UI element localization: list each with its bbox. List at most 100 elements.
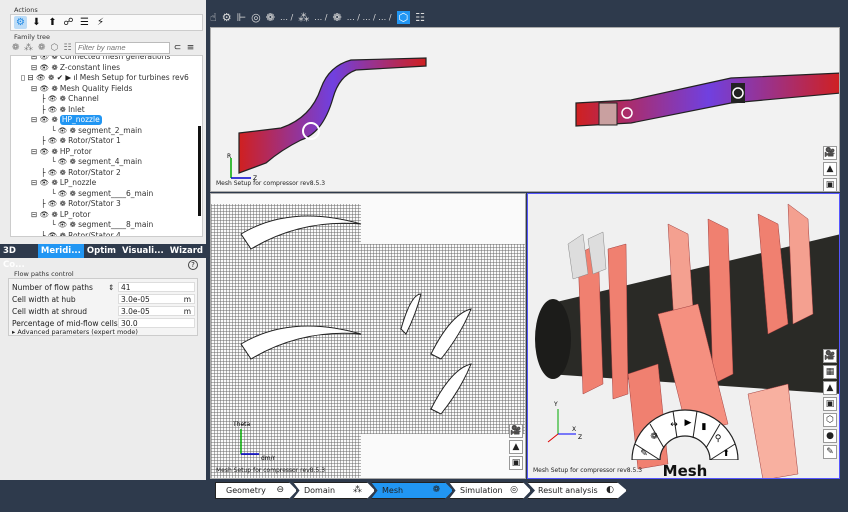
axis-theta-label: Theta	[232, 421, 251, 428]
export-icon[interactable]: ⬆	[46, 16, 59, 29]
tree-item[interactable]: └ 👁 ❁ segment_4_main	[51, 157, 142, 167]
filter-icon[interactable]: ≡	[185, 43, 196, 53]
tree-item[interactable]: ⊟ 👁 ❁ Z-constant lines	[31, 63, 120, 73]
tree-item[interactable]: ├ 👁 ❁ Channel	[41, 94, 99, 104]
tree-scrollbar[interactable]	[198, 126, 201, 216]
flow-field-row: Number of flow paths ⇕ 41	[12, 282, 197, 293]
camera-icon[interactable]: 🎥	[509, 424, 523, 438]
spinner-icon[interactable]: ⇕	[108, 282, 114, 293]
tree-item-label: segment____6_main	[78, 188, 154, 198]
gear-icon[interactable]: ⚙	[14, 16, 27, 29]
layers-icon[interactable]: ☷	[415, 11, 425, 24]
workflow-step[interactable]: Result analysis ◐	[527, 482, 627, 499]
tree-node-icons[interactable]: ├ 👁 ❁	[41, 199, 66, 209]
mesh-icon[interactable]: ❁	[10, 43, 21, 53]
workflow-steps: Geometry ⊖ Domain ⁂ Mesh ❁ Simulation ◎ Result a…	[215, 482, 627, 499]
tree-item[interactable]: ⊟ 👁 ❁ Connected mesh generations	[31, 56, 170, 62]
tree-node-icons[interactable]: ⊟ 👁 ❁	[31, 147, 58, 157]
tree-item[interactable]: ├ 👁 ❁ Rotor/Stator 2	[41, 168, 121, 178]
cube-view-icon[interactable]: ⬡	[396, 10, 411, 24]
tree-node-icons[interactable]: ⊟ 👁 ❁	[31, 84, 58, 94]
workflow-step[interactable]: Domain ⁂	[293, 482, 375, 499]
panel-tab[interactable]: Meridi...	[37, 244, 84, 258]
tree-item[interactable]: ⊟ 👁 ❁ HP_rotor	[31, 147, 92, 157]
panel-tab[interactable]: Visuali...	[119, 244, 167, 258]
image-icon[interactable]: ▲	[509, 440, 523, 454]
tree-item[interactable]: └ 👁 ❁ segment_2_main	[51, 126, 142, 136]
field-input[interactable]: 3.0e-05 m	[118, 294, 195, 304]
tree-node-icons[interactable]: ├ 👁 ❁	[41, 168, 66, 178]
tree-node-icons[interactable]: ⊟ 👁 ❁	[31, 210, 58, 220]
advanced-parameters-toggle[interactable]: ▸ Advanced parameters (expert mode)	[12, 327, 197, 338]
help-icon[interactable]: ?	[188, 260, 198, 270]
tree-item[interactable]: ▯ ⊟ 👁 ❁ ✔ ▶ ıl Mesh Setup for turbines r…	[21, 73, 189, 83]
tree-node-icons[interactable]: ├ 👁 ❁	[41, 136, 66, 146]
tree-node-icons[interactable]: ⊟ 👁 ❁	[31, 115, 58, 125]
image-icon[interactable]: ▲	[823, 381, 837, 395]
tree-node-icons[interactable]: └ 👁 ❁	[51, 220, 76, 230]
cube-icon[interactable]: ⬡	[49, 43, 60, 53]
picture-icon[interactable]: ▣	[823, 397, 837, 411]
workflow-step[interactable]: Mesh ❁	[371, 482, 453, 499]
hand-icon[interactable]: ☝	[210, 11, 217, 24]
tree-node-icons[interactable]: ├ 👁 ❁	[41, 231, 66, 237]
panel-tab[interactable]: 3D Co...	[0, 244, 38, 270]
tree-node-icons[interactable]: └ 👁 ❁	[51, 189, 76, 199]
tree-item[interactable]: ├ 👁 ❁ Rotor/Stator 3	[41, 199, 121, 209]
workflow-step[interactable]: Geometry ⊖	[215, 482, 297, 499]
tree-node-icons[interactable]: └ 👁 ❁	[51, 126, 76, 136]
image-icon[interactable]: ▲	[823, 162, 837, 176]
tree-node-icons[interactable]: ├ 👁 ❁	[41, 94, 66, 104]
stack-icon[interactable]: ☷	[62, 43, 73, 53]
panel-tab[interactable]: Wizard	[167, 244, 206, 258]
import-icon[interactable]: ⬇	[30, 16, 43, 29]
tree-node-icons[interactable]: ⊟ 👁 ❁	[31, 178, 58, 188]
field-input[interactable]: 41	[118, 282, 195, 292]
mesh-view-icon[interactable]: ⚙	[222, 11, 232, 24]
tree-node-icons[interactable]: ▯ ⊟ 👁 ❁ ✔ ▶ ıl	[21, 73, 78, 83]
block-icon[interactable]: ❁	[36, 43, 47, 53]
workflow-step[interactable]: Simulation ◎	[449, 482, 531, 499]
tree-item[interactable]: └ 👁 ❁ segment____6_main	[51, 189, 153, 199]
radial-mesh-menu: ✎ ❁ ↔ ▶ ▮ ⚲ ⬆ Mesh	[630, 408, 740, 480]
tree-node-icons[interactable]: └ 👁 ❁	[51, 157, 76, 167]
tree-item-label: Rotor/Stator 4	[68, 230, 121, 237]
sphere-icon[interactable]: ◎	[251, 11, 261, 24]
wand-icon[interactable]: ⚡	[94, 16, 107, 29]
field-input[interactable]: 3.0e-05 m	[118, 306, 195, 316]
radial-menu-ring: ✎❁ ↔ ▶ ▮ ⚲⬆	[631, 409, 739, 461]
meridional-viewport[interactable]: R Z Mesh Setup for compressor rev8.5.3 🎥…	[210, 27, 840, 192]
blade-to-blade-viewport[interactable]: Theta dm/r Mesh Setup for compressor rev…	[210, 193, 526, 479]
grid-icon[interactable]: ▦	[823, 365, 837, 379]
panel-tabs: 3D Co... Meridi... Optim Visuali... Wizard	[0, 244, 206, 270]
picture-icon[interactable]: ▣	[509, 456, 523, 470]
tree-item[interactable]: ├ 👁 ❁ Rotor/Stator 1	[41, 136, 121, 146]
tree-item[interactable]: ├ 👁 ❁ Rotor/Stator 4	[41, 230, 121, 237]
tree-item[interactable]: ⊟ 👁 ❁ Mesh Quality Fields	[31, 84, 132, 94]
domain-icon[interactable]: ⁂	[298, 11, 309, 24]
tree-item[interactable]: ⊟ 👁 ❁ LP_rotor	[31, 210, 90, 220]
filter-input[interactable]	[75, 41, 170, 54]
picture-icon[interactable]: ▣	[823, 178, 837, 191]
tree-item[interactable]: ├ 👁 ❁ Inlet	[41, 105, 85, 115]
tree-node-icons[interactable]: ├ 👁 ❁	[41, 105, 66, 115]
ruler-icon[interactable]: ✎	[823, 445, 837, 459]
grid-sphere-icon[interactable]: ❁	[266, 11, 275, 24]
tree-node-icons[interactable]: ⊟ 👁 ❁	[31, 63, 58, 73]
step-label: Mesh	[382, 486, 404, 495]
tree-view-icon[interactable]: ⊩	[237, 11, 247, 24]
lasso-icon[interactable]: ⊂	[172, 43, 183, 53]
tree-item[interactable]: └ 👁 ❁ segment____8_main	[51, 220, 153, 230]
domain-icon[interactable]: ⁂	[23, 43, 34, 53]
list-icon[interactable]: ☰	[78, 16, 91, 29]
link-icon[interactable]: ☍	[62, 16, 75, 29]
camera-icon[interactable]: 🎥	[823, 146, 837, 160]
tree-item[interactable]: ⊟ 👁 ❁ LP_nozzle	[31, 178, 96, 188]
tree-item[interactable]: ⊟ 👁 ❁ HP_nozzle	[31, 115, 102, 125]
sphere-icon[interactable]: ●	[823, 429, 837, 443]
cube-icon[interactable]: ⬡	[823, 413, 837, 427]
tree-node-icons[interactable]: ⊟ 👁 ❁	[31, 56, 58, 62]
panel-tab[interactable]: Optim	[84, 244, 119, 258]
camera-icon[interactable]: 🎥	[823, 349, 837, 363]
block-icon[interactable]: ❁	[333, 11, 342, 24]
